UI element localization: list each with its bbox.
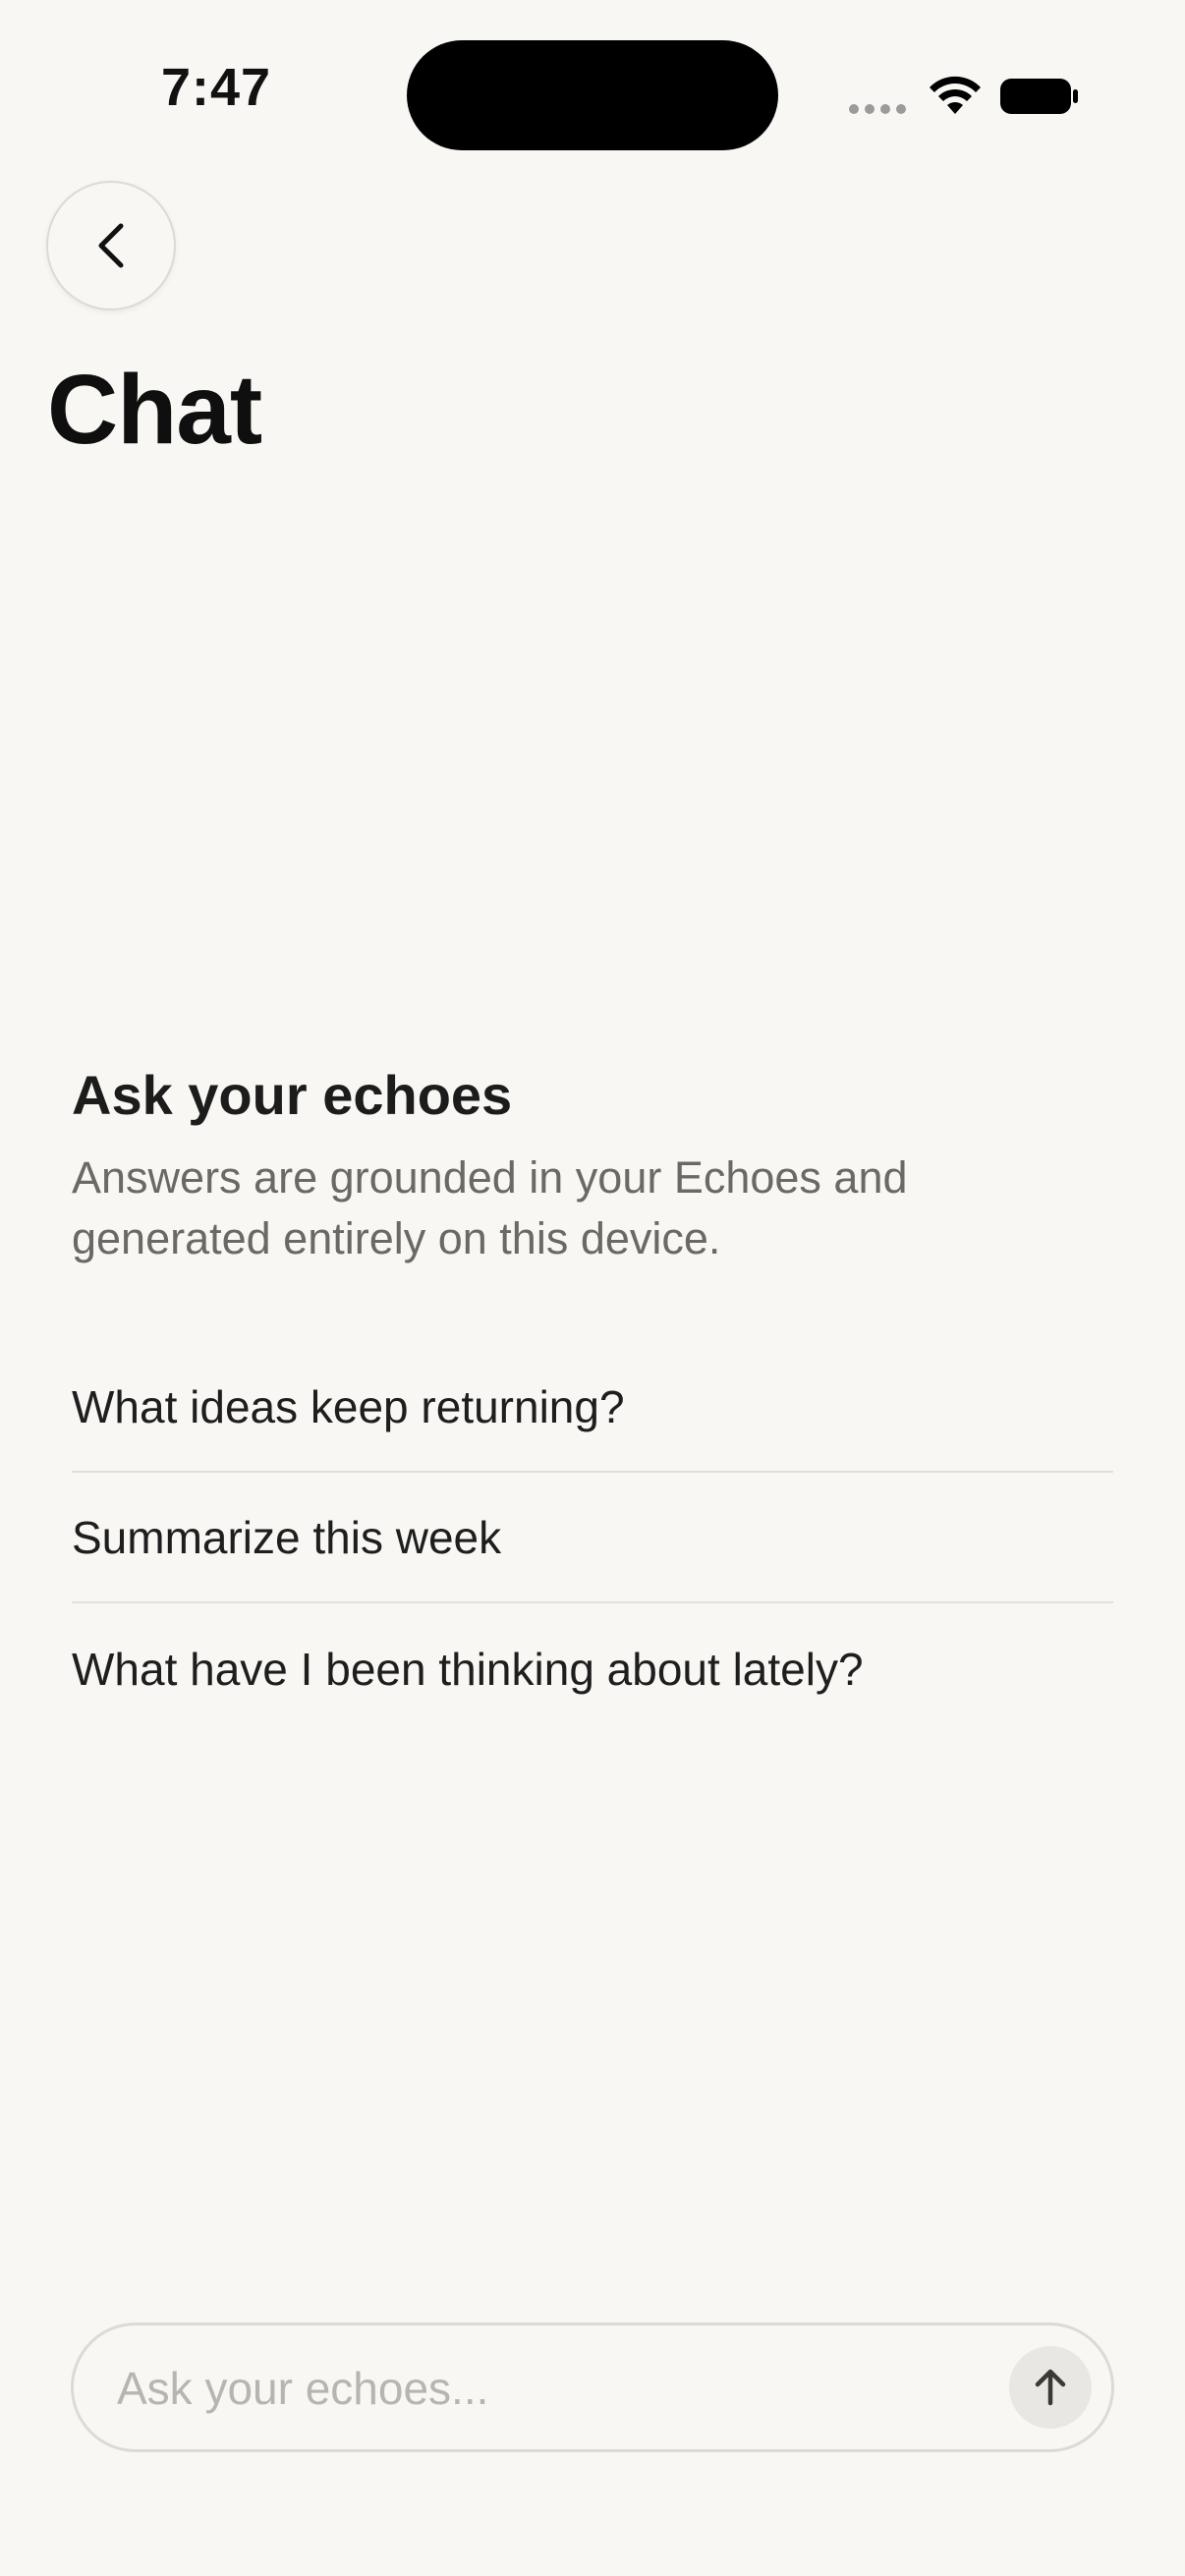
empty-state-subtitle: Answers are grounded in your Echoes and … bbox=[72, 1152, 908, 1263]
empty-state-heading: Ask your echoes bbox=[72, 1064, 513, 1126]
cellular-signal-icon bbox=[849, 104, 906, 114]
status-icons bbox=[845, 69, 1091, 124]
suggestion-item[interactable]: Summarize this week bbox=[72, 1473, 1113, 1603]
status-time: 7:47 bbox=[160, 58, 272, 117]
battery-icon bbox=[1000, 79, 1078, 114]
back-button[interactable] bbox=[46, 181, 176, 310]
dynamic-island bbox=[407, 40, 778, 150]
suggestion-list: What ideas keep returning? Summarize thi… bbox=[72, 1342, 1113, 1734]
status-bar: 7:47 bbox=[0, 0, 1185, 187]
wifi-icon bbox=[930, 76, 981, 114]
chevron-left-icon bbox=[98, 223, 124, 268]
page-title: Chat bbox=[47, 355, 262, 465]
suggestion-item[interactable]: What ideas keep returning? bbox=[72, 1342, 1113, 1473]
send-button[interactable] bbox=[1009, 2346, 1092, 2429]
empty-state: Ask your echoes Answers are grounded in … bbox=[72, 1057, 1113, 1269]
suggestion-item[interactable]: What have I been thinking about lately? bbox=[72, 1603, 1113, 1734]
arrow-up-icon bbox=[1035, 2369, 1066, 2406]
chat-input[interactable] bbox=[117, 2349, 962, 2428]
chat-composer bbox=[71, 2323, 1114, 2452]
